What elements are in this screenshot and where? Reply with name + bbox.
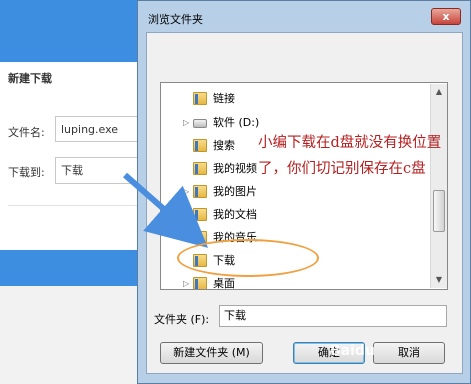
watermark: Baidu [330, 343, 375, 359]
cancel-button[interactable]: 取消 [373, 342, 445, 364]
folder-input[interactable]: 下载 [219, 305, 447, 327]
annotation-text: 小编下载在d盘就没有换位置了，你们切记别保存在c盘 [258, 135, 442, 177]
folder-field-label: 文件夹 (F): [154, 313, 210, 326]
highlight-ellipse [177, 239, 319, 277]
new-folder-button[interactable]: 新建文件夹 (M) [160, 342, 263, 364]
arrow-icon [123, 172, 209, 248]
